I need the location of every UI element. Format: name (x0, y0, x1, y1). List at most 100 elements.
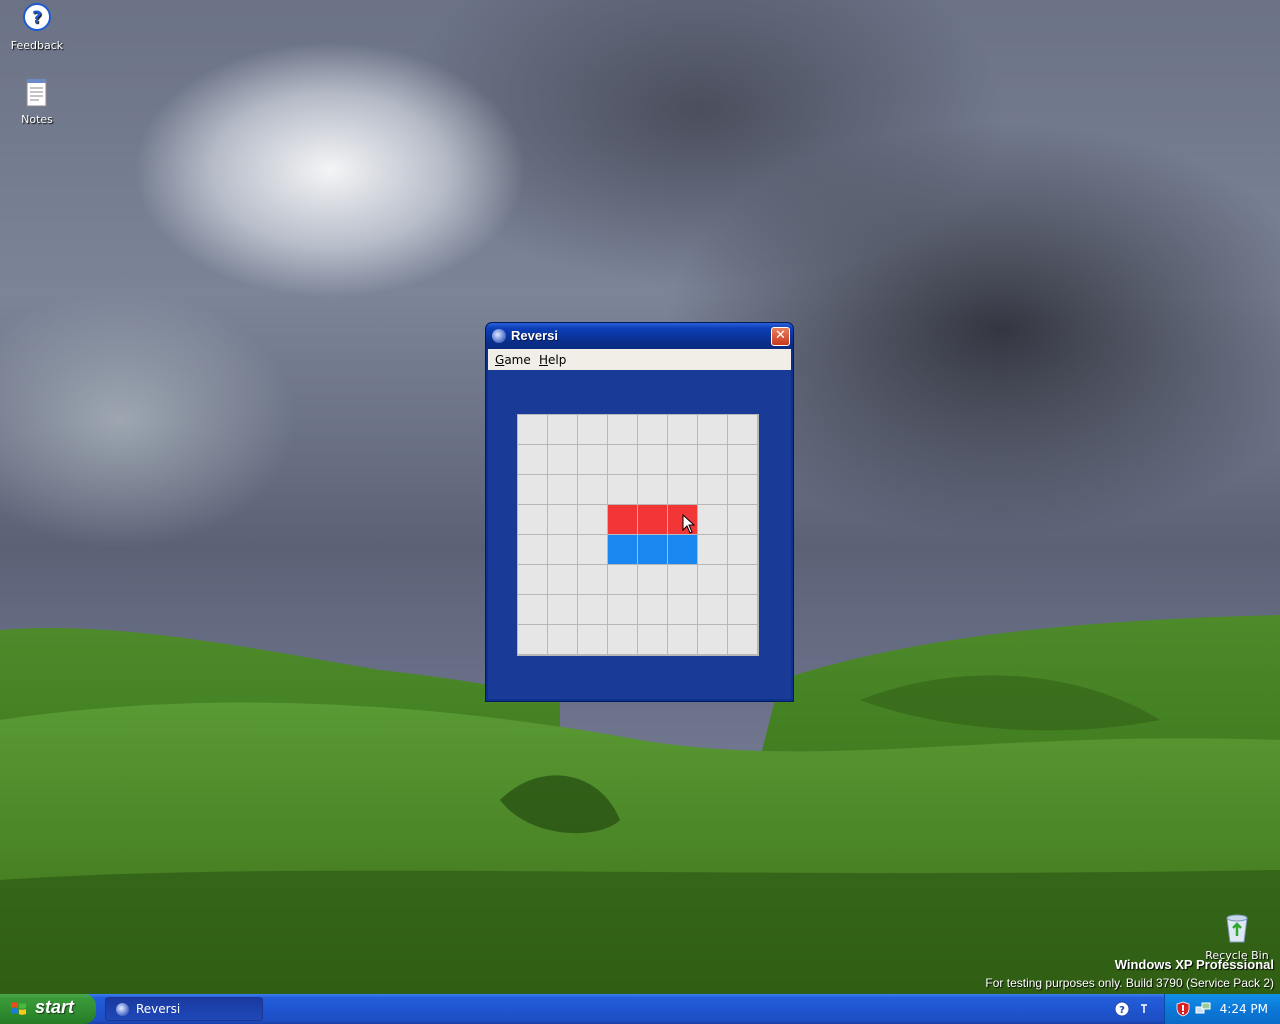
board-cell-empty[interactable] (548, 535, 577, 564)
board-cell-empty[interactable] (548, 565, 577, 594)
board-cell-empty[interactable] (728, 595, 757, 624)
start-label: start (35, 997, 75, 1017)
board-cell-empty[interactable] (548, 505, 577, 534)
reversi-app-icon (492, 329, 506, 343)
board-cell-blue[interactable] (608, 535, 637, 564)
recycle-bin-icon (1226, 914, 1248, 943)
os-watermark-title: Windows XP Professional (1114, 957, 1274, 972)
mouse-cursor-icon (682, 514, 696, 534)
desktop-icon-label: Feedback (10, 39, 64, 52)
menu-game[interactable]: Game (495, 353, 531, 367)
show-hidden-icons-chevron-icon[interactable] (1139, 1001, 1149, 1017)
board-cell-empty[interactable] (698, 595, 727, 624)
board-cell-empty[interactable] (608, 415, 637, 444)
board-cell-empty[interactable] (668, 595, 697, 624)
board-cell-empty[interactable] (518, 505, 547, 534)
board-cell-empty[interactable] (728, 415, 757, 444)
board-cell-empty[interactable] (578, 595, 607, 624)
os-watermark-build: For testing purposes only. Build 3790 (S… (985, 976, 1274, 990)
board-cell-empty[interactable] (578, 625, 607, 654)
reversi-board (517, 414, 759, 656)
board-cell-empty[interactable] (698, 565, 727, 594)
help-tray-icon[interactable]: ? (1114, 1001, 1130, 1017)
desktop-icon-feedback[interactable]: ? Feedback (2, 2, 72, 52)
board-cell-empty[interactable] (698, 625, 727, 654)
taskbar-item-reversi[interactable]: Reversi (105, 997, 263, 1021)
close-icon: ✕ (775, 328, 786, 343)
board-cell-empty[interactable] (548, 595, 577, 624)
board-cell-empty[interactable] (698, 505, 727, 534)
board-cell-empty[interactable] (728, 505, 757, 534)
board-cell-empty[interactable] (638, 475, 667, 504)
board-cell-empty[interactable] (668, 415, 697, 444)
board-cell-red[interactable] (638, 505, 667, 534)
start-button[interactable]: start (0, 994, 96, 1024)
desktop-icon-recycle-bin[interactable]: Recycle Bin (1202, 912, 1272, 962)
board-cell-empty[interactable] (608, 475, 637, 504)
board-cell-empty[interactable] (668, 625, 697, 654)
clock[interactable]: 4:24 PM (1220, 1002, 1268, 1016)
board-cell-empty[interactable] (518, 565, 547, 594)
board-cell-empty[interactable] (608, 445, 637, 474)
board-cell-empty[interactable] (638, 445, 667, 474)
menu-help-rest: elp (548, 353, 567, 367)
game-client-area (488, 370, 791, 699)
board-cell-blue[interactable] (668, 535, 697, 564)
taskbar-item-label: Reversi (136, 1002, 181, 1016)
board-cell-empty[interactable] (698, 445, 727, 474)
close-button[interactable]: ✕ (771, 327, 790, 346)
board-cell-empty[interactable] (668, 445, 697, 474)
desktop-icon-label: Notes (21, 113, 53, 126)
board-cell-empty[interactable] (578, 535, 607, 564)
menubar: Game Help (488, 349, 791, 370)
board-cell-empty[interactable] (638, 565, 667, 594)
board-cell-empty[interactable] (548, 625, 577, 654)
board-cell-empty[interactable] (608, 625, 637, 654)
menu-help[interactable]: Help (539, 353, 566, 367)
board-cell-empty[interactable] (578, 415, 607, 444)
board-cell-empty[interactable] (548, 445, 577, 474)
taskbar: start Reversi ? 4:24 PM (0, 994, 1280, 1024)
board-cell-empty[interactable] (518, 595, 547, 624)
windows-flag-icon (11, 1002, 26, 1015)
board-cell-empty[interactable] (728, 535, 757, 564)
board-cell-empty[interactable] (518, 445, 547, 474)
svg-text:?: ? (32, 8, 42, 28)
security-shield-icon[interactable] (1175, 1001, 1191, 1017)
board-cell-empty[interactable] (728, 565, 757, 594)
board-cell-empty[interactable] (668, 565, 697, 594)
board-cell-empty[interactable] (518, 535, 547, 564)
menu-game-accel: G (495, 353, 505, 367)
board-cell-empty[interactable] (518, 625, 547, 654)
board-cell-empty[interactable] (728, 625, 757, 654)
system-tray: 4:24 PM (1164, 994, 1280, 1024)
network-icon[interactable] (1195, 1001, 1211, 1017)
board-cell-empty[interactable] (518, 475, 547, 504)
board-cell-empty[interactable] (548, 475, 577, 504)
board-cell-empty[interactable] (728, 475, 757, 504)
reversi-app-icon (116, 1003, 129, 1016)
window-titlebar[interactable]: Reversi ✕ (486, 323, 793, 349)
menu-help-accel: H (539, 353, 549, 367)
board-cell-empty[interactable] (728, 445, 757, 474)
board-cell-empty[interactable] (638, 595, 667, 624)
board-cell-empty[interactable] (518, 415, 547, 444)
board-cell-empty[interactable] (578, 475, 607, 504)
board-cell-blue[interactable] (638, 535, 667, 564)
board-cell-empty[interactable] (578, 505, 607, 534)
board-cell-empty[interactable] (578, 565, 607, 594)
board-cell-empty[interactable] (668, 475, 697, 504)
board-cell-empty[interactable] (608, 595, 637, 624)
notepad-icon (26, 79, 47, 107)
board-cell-empty[interactable] (608, 565, 637, 594)
board-cell-empty[interactable] (698, 475, 727, 504)
board-cell-empty[interactable] (548, 415, 577, 444)
menu-game-rest: ame (504, 353, 531, 367)
board-cell-empty[interactable] (638, 625, 667, 654)
board-cell-empty[interactable] (638, 415, 667, 444)
board-cell-empty[interactable] (698, 415, 727, 444)
desktop-icon-notes[interactable]: Notes (2, 78, 72, 126)
board-cell-red[interactable] (608, 505, 637, 534)
board-cell-empty[interactable] (698, 535, 727, 564)
board-cell-empty[interactable] (578, 445, 607, 474)
